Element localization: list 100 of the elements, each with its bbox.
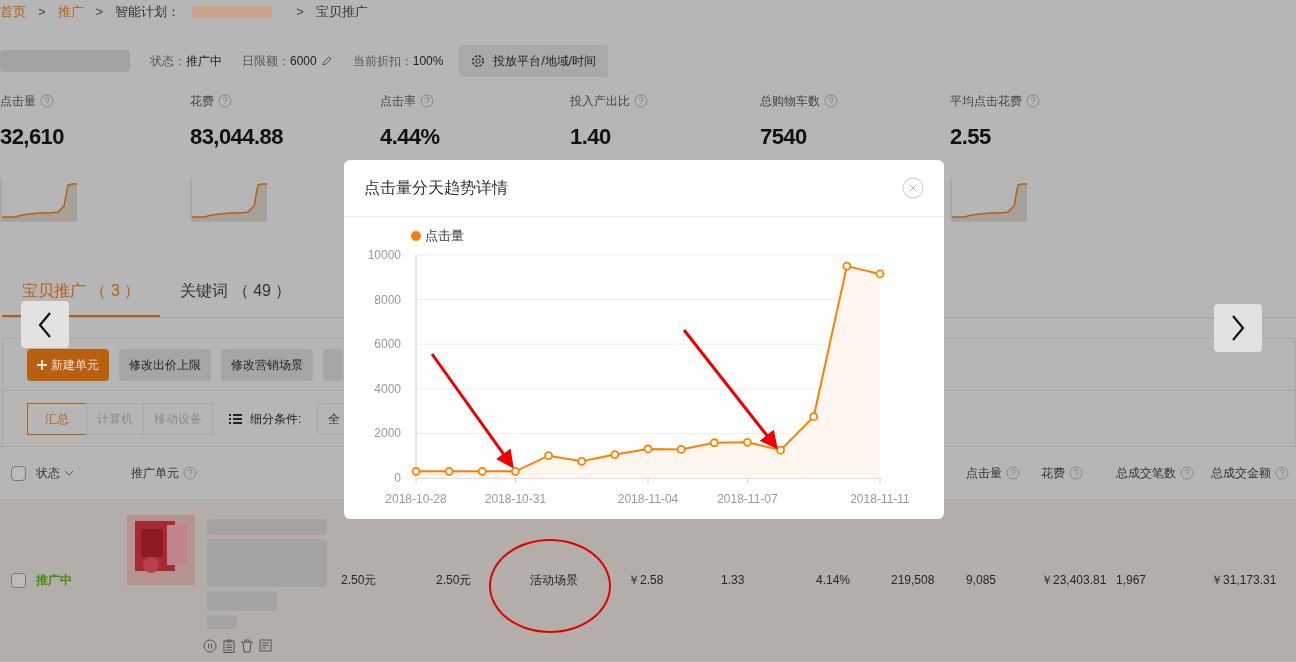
y-tick-label: 8000 xyxy=(374,292,401,307)
table-cell-text: ￥31,173.31 xyxy=(1211,572,1278,589)
table-cell-text: 活动场景 xyxy=(530,572,579,589)
data-point xyxy=(444,466,454,476)
breadcrumb-separator: > xyxy=(296,3,304,22)
help-icon[interactable] xyxy=(1006,466,1020,480)
help-icon[interactable] xyxy=(218,94,232,108)
metric-value: 83,044.88 xyxy=(190,123,284,151)
toolbar-button[interactable] xyxy=(323,348,343,381)
data-point xyxy=(776,445,785,455)
pause-icon[interactable] xyxy=(203,639,217,653)
data-point xyxy=(709,438,719,448)
settings-icon xyxy=(471,54,486,68)
dialog-title: 点击量分天趋势详情 xyxy=(364,178,508,198)
table-cell-text: 2.50元 xyxy=(341,572,378,589)
data-point xyxy=(477,466,487,476)
segment-tab[interactable]: 汇总 xyxy=(27,402,87,435)
checkbox[interactable] xyxy=(10,465,26,481)
help-icon[interactable] xyxy=(183,466,197,480)
table-cell-text: 2.50元 xyxy=(436,572,473,589)
data-point xyxy=(544,451,553,461)
column-header: 总成交笔数 xyxy=(1116,465,1176,482)
new-unit-button[interactable]: 新建单元 xyxy=(27,348,109,381)
column-header: 状态 xyxy=(36,465,60,482)
metric-label: 总购物车数 xyxy=(760,93,820,110)
help-icon[interactable] xyxy=(1069,466,1083,480)
toolbar-button[interactable]: 修改出价上限 xyxy=(119,348,211,381)
x-tick-label: 2018-11-04 xyxy=(617,492,679,506)
data-point xyxy=(610,450,620,459)
breadcrumb-separator: > xyxy=(38,3,46,22)
column-header: 总成交金额 xyxy=(1211,465,1271,482)
settings-button[interactable]: 投放平台/地域/时间 xyxy=(459,45,609,77)
data-point xyxy=(577,456,587,466)
x-tick-label: 2018-10-28 xyxy=(385,492,447,506)
legend-label: 点击量 xyxy=(425,227,464,246)
table-cell-text: 1,967 xyxy=(1116,572,1148,589)
metric-label: 花费 xyxy=(190,93,214,110)
data-point xyxy=(809,412,819,422)
y-tick-label: 0 xyxy=(394,471,401,485)
data-point xyxy=(743,437,752,447)
x-tick-label: 2018-10-31 xyxy=(484,492,547,506)
breadcrumb-separator: > xyxy=(95,3,104,22)
column-header: 点击量 xyxy=(966,465,1002,482)
data-point xyxy=(643,444,653,454)
table-cell-text: 9,085 xyxy=(966,572,998,589)
metric-value: 4.44% xyxy=(380,123,441,151)
chevron-left-icon xyxy=(38,311,52,338)
close-icon[interactable] xyxy=(902,177,924,199)
metric-label: 平均点击花费 xyxy=(950,93,1022,110)
note-icon[interactable] xyxy=(259,639,272,652)
y-tick-label: 6000 xyxy=(374,337,401,352)
y-tick-label: 2000 xyxy=(374,426,401,441)
column-header: 花费 xyxy=(1041,465,1065,482)
metric-label: 投入产出比 xyxy=(570,93,630,110)
help-icon[interactable] xyxy=(1026,94,1040,108)
help-icon[interactable] xyxy=(824,94,838,108)
table-cell-text: ￥2.58 xyxy=(628,572,665,589)
tab[interactable]: 关键词 （ 49 ） xyxy=(160,266,312,317)
column-header: 推广单元 xyxy=(131,465,179,482)
data-point xyxy=(511,466,520,476)
chevron-right-icon xyxy=(1231,315,1245,341)
breadcrumb-text: 智能计划： xyxy=(115,3,181,22)
data-point xyxy=(411,466,421,476)
metric-value: 1.40 xyxy=(570,123,612,151)
x-tick-label: 2018-11-07 xyxy=(717,492,778,506)
filter-label: 细分条件: xyxy=(250,410,302,428)
help-icon[interactable] xyxy=(40,94,54,108)
data-point xyxy=(875,269,885,279)
help-icon[interactable] xyxy=(634,94,648,108)
y-tick-label: 10000 xyxy=(367,248,401,262)
clipboard-icon[interactable] xyxy=(223,639,235,653)
help-icon[interactable] xyxy=(1180,466,1194,480)
metric-value: 2.55 xyxy=(950,123,992,151)
status-text: 状态：推广中 xyxy=(150,53,222,70)
trash-icon[interactable] xyxy=(241,639,253,653)
table-cell-text: 219,508 xyxy=(891,572,936,589)
previous-button[interactable] xyxy=(21,301,69,348)
breadcrumb-link[interactable]: 首页 xyxy=(0,2,26,22)
checkbox[interactable] xyxy=(10,572,26,588)
breadcrumb-text: 宝贝推广 xyxy=(315,3,368,22)
next-button[interactable] xyxy=(1214,304,1262,352)
x-tick-label: 2018-11-11 xyxy=(850,492,910,506)
data-point xyxy=(842,261,852,271)
chevron-down-icon[interactable] xyxy=(64,470,74,476)
table-cell-text: 4.14% xyxy=(816,572,852,589)
toolbar-button[interactable]: 修改营销场景 xyxy=(221,348,313,381)
budget-text: 日限额：6000 xyxy=(242,53,317,70)
table-cell-text: 1.33 xyxy=(721,572,746,589)
y-tick-label: 4000 xyxy=(374,381,401,396)
plus-icon xyxy=(37,359,47,370)
status-text: 推广中 xyxy=(36,572,73,589)
metric-value: 7540 xyxy=(760,123,808,151)
help-icon[interactable] xyxy=(420,94,434,108)
metric-value: 32,610 xyxy=(0,123,65,151)
help-icon[interactable] xyxy=(1275,466,1289,480)
list-icon xyxy=(229,413,242,424)
breadcrumb-link[interactable]: 推广 xyxy=(57,2,84,22)
edit-icon[interactable] xyxy=(320,55,333,67)
metric-label: 点击率 xyxy=(380,93,416,110)
metric-label: 点击量 xyxy=(0,93,36,110)
